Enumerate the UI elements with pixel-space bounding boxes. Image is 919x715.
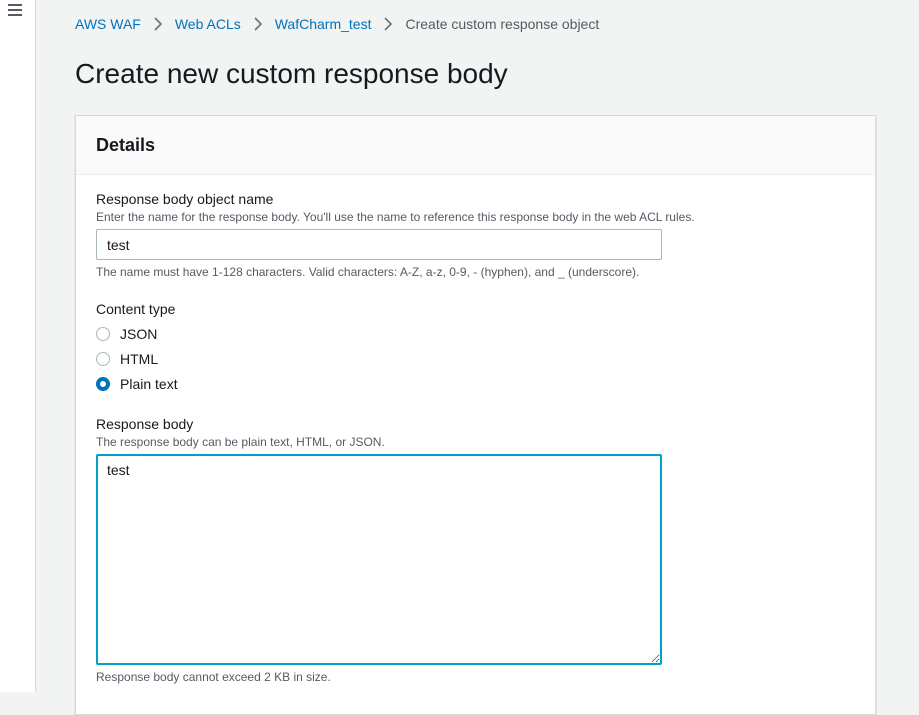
response-body-name-input[interactable] [96,229,662,260]
response-body-description: The response body can be plain text, HTM… [96,435,385,449]
response-body-constraint: Response body cannot exceed 2 KB in size… [96,670,331,684]
radio-button-json[interactable] [96,327,110,341]
radio-label-html: HTML [120,351,159,367]
response-body-label: Response body [96,416,194,432]
radio-label-plain-text: Plain text [120,376,178,392]
details-panel-header: Details [76,116,875,175]
navigation-rail [0,0,36,692]
chevron-right-icon [149,17,167,31]
name-field-constraint: The name must have 1-128 characters. Val… [96,265,640,279]
details-title: Details [96,135,156,155]
breadcrumb-current: Create custom response object [405,16,600,32]
breadcrumb: AWS WAF Web ACLs WafCharm_test Create cu… [75,14,599,34]
breadcrumb-aws-waf[interactable]: AWS WAF [75,14,141,34]
name-field-label: Response body object name [96,191,274,207]
name-field-description: Enter the name for the response body. Yo… [96,210,695,224]
radio-option-plain-text[interactable]: Plain text [96,374,178,394]
radio-option-json[interactable]: JSON [96,324,157,344]
radio-button-plain-text[interactable] [96,377,110,391]
radio-label-json: JSON [120,326,158,342]
radio-button-html[interactable] [96,352,110,366]
breadcrumb-wafcharm-test[interactable]: WafCharm_test [275,14,372,34]
details-panel: Details Response body object name Enter … [75,115,876,715]
page-title: Create new custom response body [75,58,508,89]
radio-option-html[interactable]: HTML [96,349,158,369]
breadcrumb-web-acls[interactable]: Web ACLs [175,14,241,34]
hamburger-menu-icon[interactable] [8,4,22,16]
response-body-textarea[interactable]: test [96,454,662,665]
chevron-right-icon [249,17,267,31]
content-type-label: Content type [96,301,176,317]
chevron-right-icon [379,17,397,31]
